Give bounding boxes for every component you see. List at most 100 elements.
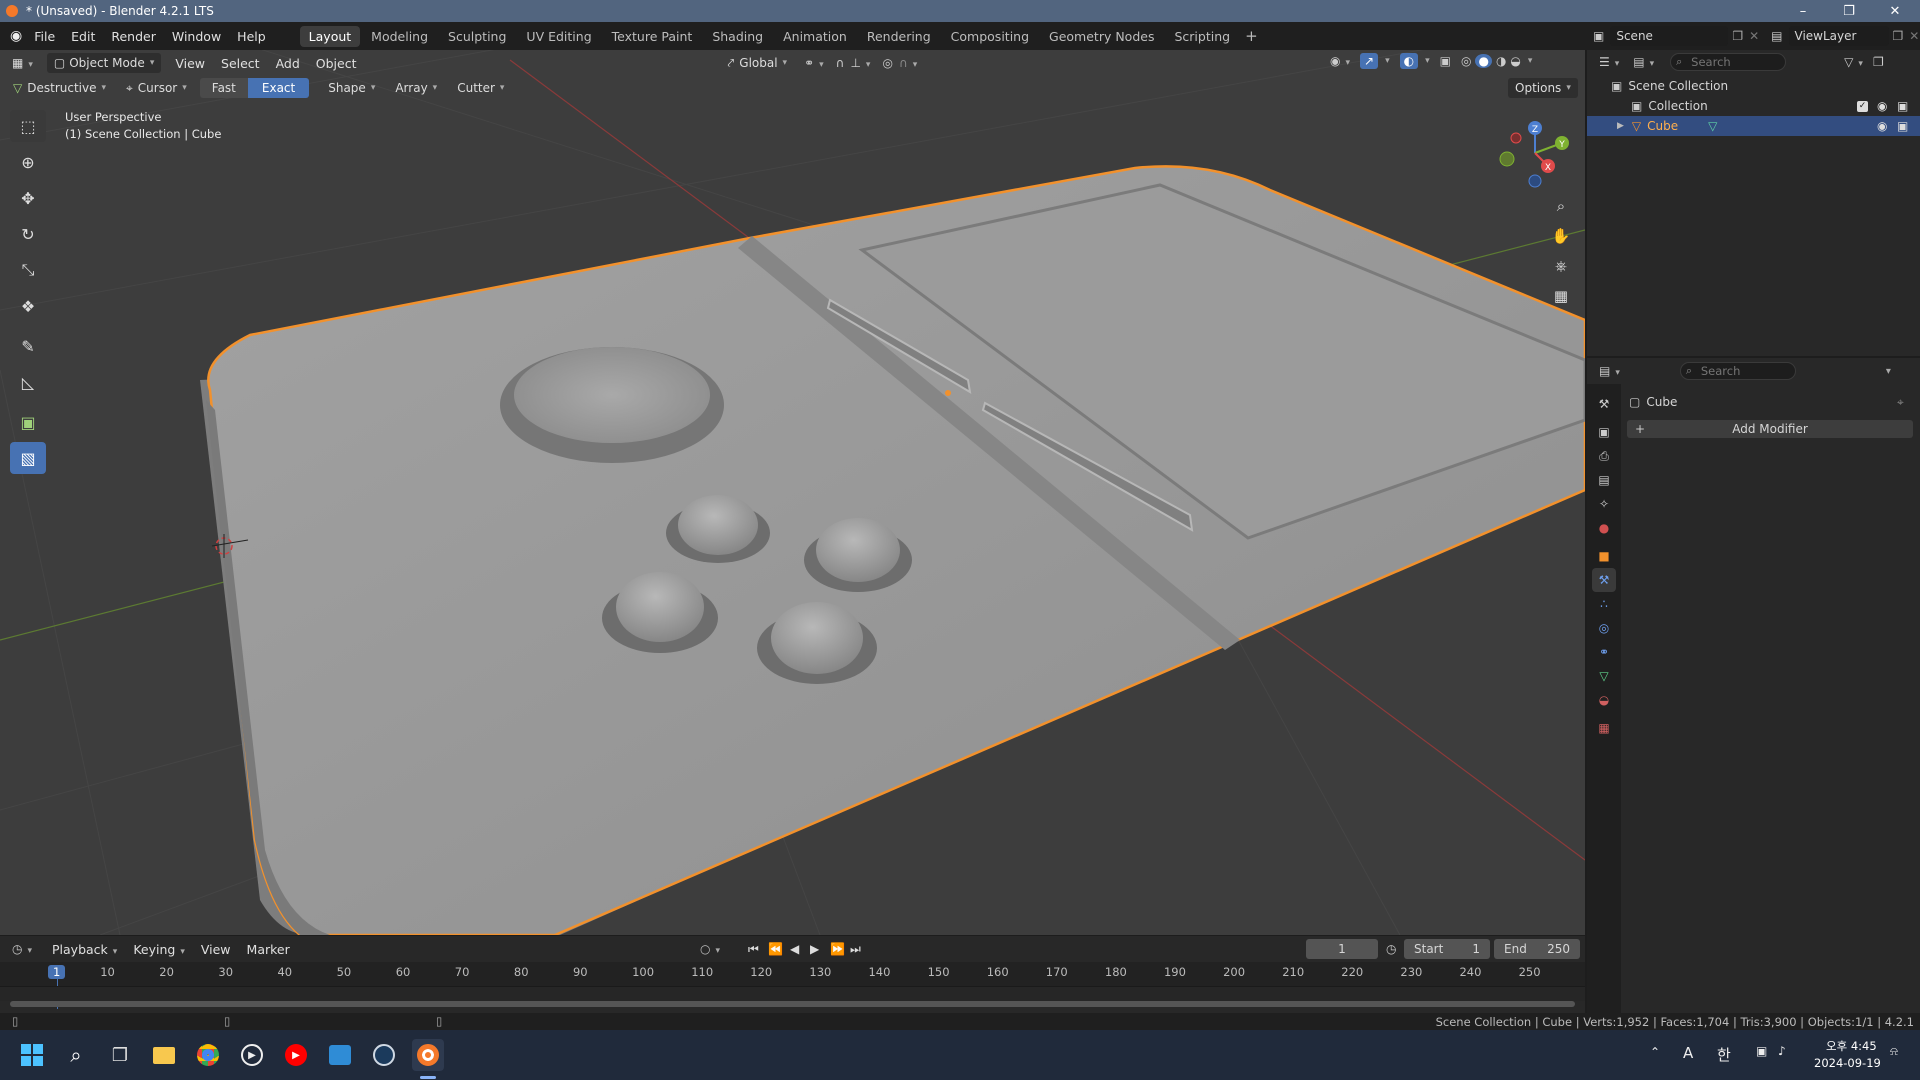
cube-eye-icon[interactable]: ◉: [1877, 119, 1887, 133]
minimize-button[interactable]: –: [1780, 0, 1826, 22]
array-dropdown[interactable]: Array ▾: [388, 78, 444, 98]
jump-keyframe-forward-icon[interactable]: ⏩: [830, 942, 845, 956]
snap-icon[interactable]: ∩: [836, 56, 845, 70]
youtube-music-button[interactable]: ▶: [280, 1039, 312, 1071]
new-collection-icon[interactable]: ❐: [1873, 55, 1884, 69]
taskbar-search-button[interactable]: ⌕: [60, 1039, 92, 1071]
wireframe-shading-icon[interactable]: ◎: [1461, 54, 1471, 68]
new-view-layer-icon[interactable]: ❐: [1893, 29, 1904, 43]
media-player-button[interactable]: ▶: [236, 1039, 268, 1071]
transform-tool[interactable]: ❖: [10, 290, 46, 322]
restore-button[interactable]: ❐: [1826, 0, 1872, 22]
new-scene-icon[interactable]: ❐: [1732, 29, 1743, 43]
viewport-menu-select[interactable]: Select: [213, 56, 268, 71]
properties-search-input[interactable]: [1679, 362, 1796, 380]
modifier-tab[interactable]: ⚒: [1592, 568, 1616, 592]
add-cube-tool[interactable]: ▣: [10, 406, 46, 438]
options-dropdown[interactable]: Options ▾: [1508, 78, 1578, 98]
delete-view-layer-icon[interactable]: ✕: [1909, 29, 1919, 43]
view-layer-icon[interactable]: ▤: [1771, 29, 1782, 43]
auto-keying-icon[interactable]: ○ ▾: [700, 942, 720, 956]
menu-help[interactable]: Help: [229, 29, 274, 44]
texture-tab[interactable]: ▦: [1592, 716, 1616, 740]
perspective-toggle-button[interactable]: ▦: [1546, 282, 1576, 310]
expand-arrow-icon[interactable]: ▶: [1617, 121, 1624, 131]
timeline-menu-view[interactable]: View: [193, 942, 239, 957]
frame-ruler[interactable]: 1 10 20 30 40 50 60 70 80 90 100 110 120 130 140 150 160…: [0, 962, 1585, 1009]
jump-keyframe-back-icon[interactable]: ⏪: [768, 942, 783, 956]
play-reverse-icon[interactable]: ◀: [790, 942, 799, 956]
xray-icon[interactable]: ▣: [1440, 54, 1451, 68]
properties-editor-icon[interactable]: ▤ ▾: [1599, 364, 1620, 378]
tab-animation[interactable]: Animation: [774, 26, 856, 47]
current-frame-marker[interactable]: 1: [48, 965, 66, 979]
transform-orientation-selector[interactable]: ⤤ Global ▾: [721, 53, 795, 73]
physics-tab[interactable]: ◎: [1592, 616, 1616, 640]
timeline-menu-marker[interactable]: Marker: [239, 942, 298, 957]
falloff-icon[interactable]: ∩ ▾: [899, 56, 917, 70]
cursor-selector[interactable]: ⌖ Cursor ▾: [119, 78, 194, 98]
render-tab[interactable]: ▣: [1592, 420, 1616, 444]
ime-hangul[interactable]: 한: [1717, 1044, 1731, 1065]
file-explorer-button[interactable]: [148, 1039, 180, 1071]
close-window-button[interactable]: ✕: [1872, 0, 1918, 22]
object-tab[interactable]: ■: [1592, 544, 1616, 568]
network-icon[interactable]: ▣: [1756, 1044, 1767, 1058]
pivot-point-icon[interactable]: ⚭ ▾: [804, 56, 824, 70]
view-layer-tab[interactable]: ▤: [1592, 468, 1616, 492]
data-tab[interactable]: ▽: [1592, 664, 1616, 688]
play-icon[interactable]: ▶: [810, 942, 819, 956]
timeline-editor-icon[interactable]: ◷ ▾: [12, 942, 32, 956]
tab-texture-paint[interactable]: Texture Paint: [603, 26, 702, 47]
collection-checkbox[interactable]: ✓: [1857, 100, 1868, 112]
destructive-selector[interactable]: ▽ Destructive ▾: [6, 78, 113, 98]
boxcutter-tool[interactable]: ▧: [10, 442, 46, 474]
snap-target-icon[interactable]: ⊥ ▾: [850, 56, 870, 70]
menu-edit[interactable]: Edit: [63, 29, 103, 44]
display-mode-icon[interactable]: ▤ ▾: [1633, 55, 1654, 69]
viewport-menu-add[interactable]: Add: [268, 56, 308, 71]
tab-geometry-nodes[interactable]: Geometry Nodes: [1040, 26, 1163, 47]
blender-menu-icon[interactable]: ◉: [10, 28, 22, 44]
cube-render-icon[interactable]: ▣: [1897, 119, 1908, 133]
tray-overflow-icon[interactable]: ⌃: [1650, 1045, 1660, 1059]
3d-viewport[interactable]: ▦ ▾ ▢ Object Mode ▾ View Select Add Object…: [0, 50, 1585, 935]
ime-mode[interactable]: A: [1683, 1044, 1693, 1062]
overlay-toggle-icon[interactable]: ◐: [1399, 53, 1419, 69]
filter-icon[interactable]: ▽ ▾: [1844, 55, 1863, 69]
tool-tab[interactable]: ⚒: [1592, 392, 1616, 416]
scene-icon[interactable]: ▣: [1593, 29, 1604, 43]
cutter-dropdown[interactable]: Cutter ▾: [450, 78, 511, 98]
menu-render[interactable]: Render: [103, 29, 164, 44]
visual-studio-button[interactable]: [324, 1039, 356, 1071]
start-frame-field[interactable]: Start 1: [1404, 939, 1490, 959]
collection-eye-icon[interactable]: ◉: [1877, 99, 1887, 113]
add-modifier-button[interactable]: + Add Modifier: [1627, 420, 1913, 438]
timeline-menu-playback[interactable]: Playback ▾: [44, 942, 125, 957]
tab-modeling[interactable]: Modeling: [362, 26, 437, 47]
world-tab[interactable]: ●: [1592, 516, 1616, 540]
outliner-editor-icon[interactable]: ☰ ▾: [1599, 55, 1619, 69]
jump-start-icon[interactable]: ⏮: [748, 942, 759, 957]
navigation-gizmo[interactable]: Z Y X: [1490, 115, 1570, 195]
outliner-row-cube[interactable]: ▶ ▽ Cube ▽ ◉ ▣: [1587, 116, 1920, 136]
preview-range-icon[interactable]: ◷: [1386, 942, 1396, 956]
visibility-icon[interactable]: ◉ ▾: [1330, 54, 1350, 68]
view-layer-selector[interactable]: ViewLayer: [1788, 26, 1889, 46]
blender-taskbar-button[interactable]: [412, 1039, 444, 1071]
fast-solver-button[interactable]: Fast: [199, 78, 248, 98]
pin-icon[interactable]: ⌖: [1897, 395, 1904, 410]
volume-icon[interactable]: ♪: [1778, 1044, 1786, 1058]
material-shading-icon[interactable]: ◑: [1496, 54, 1506, 68]
steam-button[interactable]: [368, 1039, 400, 1071]
constraints-tab[interactable]: ⚭: [1592, 640, 1616, 664]
current-frame-field[interactable]: 1: [1306, 939, 1378, 959]
tab-sculpting[interactable]: Sculpting: [439, 26, 515, 47]
outliner-search-input[interactable]: [1670, 53, 1787, 71]
exact-solver-button[interactable]: Exact: [247, 78, 310, 98]
measure-tool[interactable]: ◺: [10, 366, 46, 398]
zoom-view-button[interactable]: ⌕: [1546, 192, 1576, 220]
start-button[interactable]: [16, 1039, 48, 1071]
outliner-row-collection[interactable]: ▣ Collection ✓ ◉ ▣: [1587, 96, 1920, 116]
tab-scripting[interactable]: Scripting: [1165, 26, 1239, 47]
